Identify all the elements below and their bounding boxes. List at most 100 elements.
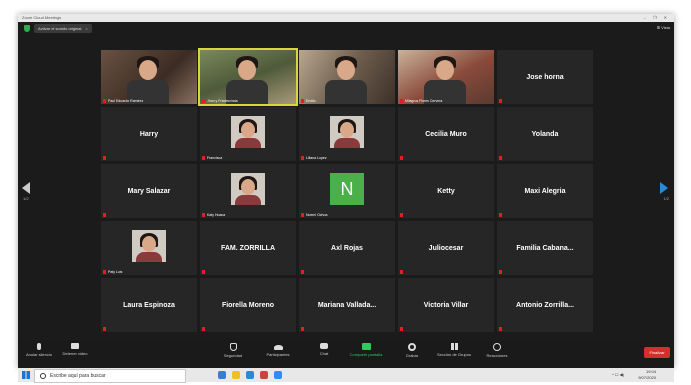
chrome-icon[interactable] [260,371,268,379]
participant-tile[interactable]: Harry [101,107,197,161]
participant-video [299,50,395,104]
participant-name: Mary Salazar [127,187,171,195]
participant-photo [231,116,265,148]
taskview-icon[interactable] [218,371,226,379]
file-explorer-icon[interactable] [232,371,240,379]
window-controls[interactable]: – ❐ ✕ [644,15,670,20]
muted-mic-icon [301,99,304,103]
participant-name: Paul Eduardo Ramirez [108,99,144,103]
clock-date: 9/07/2020 [638,375,656,380]
chat-icon [320,343,328,349]
record-button[interactable]: Grabar [400,343,424,358]
participant-tile[interactable]: Mariana Vallada... [299,278,395,332]
participant-tile[interactable]: Laura Espinoza [101,278,197,332]
muted-mic-icon [103,213,106,217]
video-label: Detener video [62,351,88,356]
participant-tile[interactable]: Liliana Lopez [299,107,395,161]
video-button[interactable]: Detener video [60,343,90,356]
participant-tile[interactable]: Jhon y Fredesvinda [198,48,298,106]
participant-photo [330,116,364,148]
participant-tile[interactable]: Maxi Alegria [497,164,593,218]
zoom-taskbar-icon[interactable] [274,371,282,379]
participant-name: Familia Cabana... [516,244,574,252]
participant-tile[interactable]: Jose horna [497,50,593,104]
participant-name: Noemi Ochoa [306,213,328,217]
reactions-button[interactable]: Reacciones [482,343,512,358]
participant-name: Axl Rojas [331,244,363,252]
gallery-grid: Paul Eduardo Ramirez Jhon y Fredesvinda Em… [101,48,593,332]
original-sound-button[interactable]: Activar el sonido original × [34,24,92,33]
participant-tile[interactable]: Cecilia Muro [398,107,494,161]
taskbar-search-input[interactable]: Escribe aquí para buscar [34,369,186,383]
participant-tile[interactable]: Mary Salazar [101,164,197,218]
muted-mic-icon [499,270,502,274]
muted-mic-icon [499,213,502,217]
participant-name: Victoria Villar [423,301,469,309]
windows-taskbar: Escribe aquí para buscar ^ ☐ ◀) 19:04 9/… [18,368,674,383]
breakout-rooms-button[interactable]: Sección de Grupos [432,343,476,357]
muted-mic-icon [301,327,304,331]
participant-tile[interactable]: Antonio Zorrilla... [497,278,593,332]
participant-tile[interactable]: Paty Luis [101,221,197,275]
participant-tile[interactable]: Francisca [200,107,296,161]
muted-mic-icon [400,99,403,103]
system-tray[interactable]: ^ ☐ ◀) [612,372,624,377]
participant-video [200,50,296,104]
participant-tile[interactable]: FAM. ZORRILLA [200,221,296,275]
participant-tile[interactable]: Juliocesar [398,221,494,275]
participant-tile[interactable]: Fiorella Moreno [200,278,296,332]
record-icon [408,343,416,351]
close-icon[interactable]: × [85,26,87,31]
participant-tile[interactable]: Katy Huaca [200,164,296,218]
taskbar-clock[interactable]: 19:04 9/07/2020 [638,369,656,381]
participant-tile[interactable]: Victoria Villar [398,278,494,332]
participants-button[interactable]: Participantes [258,343,298,357]
security-button[interactable]: Seguridad [218,343,248,358]
windows-start-icon[interactable] [22,371,30,379]
share-screen-button[interactable]: Compartir pantalla [344,343,388,357]
participant-name: Fiorella Moreno [221,301,275,309]
muted-mic-icon [499,156,502,160]
muted-mic-icon [499,327,502,331]
participant-tile[interactable]: Ketty [398,164,494,218]
participant-tile[interactable]: Emilio [299,50,395,104]
muted-mic-icon [400,270,403,274]
end-meeting-button[interactable]: Finalizar [644,347,670,358]
participant-initial-avatar: N [330,173,364,205]
mute-label: Anular silencio [25,352,52,357]
encryption-shield-icon[interactable] [24,25,30,32]
microphone-icon [37,343,41,350]
window-title: Zoom Cloud Meetings [22,15,62,20]
participant-tile[interactable]: Familia Cabana... [497,221,593,275]
next-page-arrow-icon[interactable] [660,182,668,194]
participant-name: Juliocesar [428,244,464,252]
page-indicator-right: 1/2 [663,196,669,201]
zoom-window: Zoom Cloud Meetings – ❐ ✕ Activar el son… [18,14,674,368]
shield-icon [229,343,237,351]
camera-icon [71,343,79,349]
people-icon [273,345,283,350]
participant-tile[interactable]: Axl Rojas [299,221,395,275]
chat-label: Chat [319,351,329,356]
participant-name: Milagros Flores Cervera [405,99,443,103]
participant-tile[interactable]: Paul Eduardo Ramirez [101,50,197,104]
view-button[interactable]: ⊞ Vista [657,25,670,30]
participant-tile[interactable]: Milagros Flores Cervera [398,50,494,104]
participant-name: Katy Huaca [207,213,226,217]
previous-page-arrow-icon[interactable] [22,182,30,194]
muted-mic-icon [400,156,403,160]
smiley-icon [493,343,501,351]
title-bar: Zoom Cloud Meetings – ❐ ✕ [18,14,674,22]
participant-name: Emilio [306,99,316,103]
muted-mic-icon [301,156,304,160]
participant-video [101,50,197,104]
participant-name: Liliana Lopez [306,156,327,160]
participant-tile[interactable]: Yolanda [497,107,593,161]
muted-mic-icon [202,156,205,160]
chat-button[interactable]: Chat [314,343,334,356]
mute-button[interactable]: Anular silencio [24,343,54,357]
edge-icon[interactable] [246,371,254,379]
participant-tile[interactable]: N Noemi Ochoa [299,164,395,218]
participant-name: Antonio Zorrilla... [516,301,574,309]
muted-mic-icon [103,327,106,331]
